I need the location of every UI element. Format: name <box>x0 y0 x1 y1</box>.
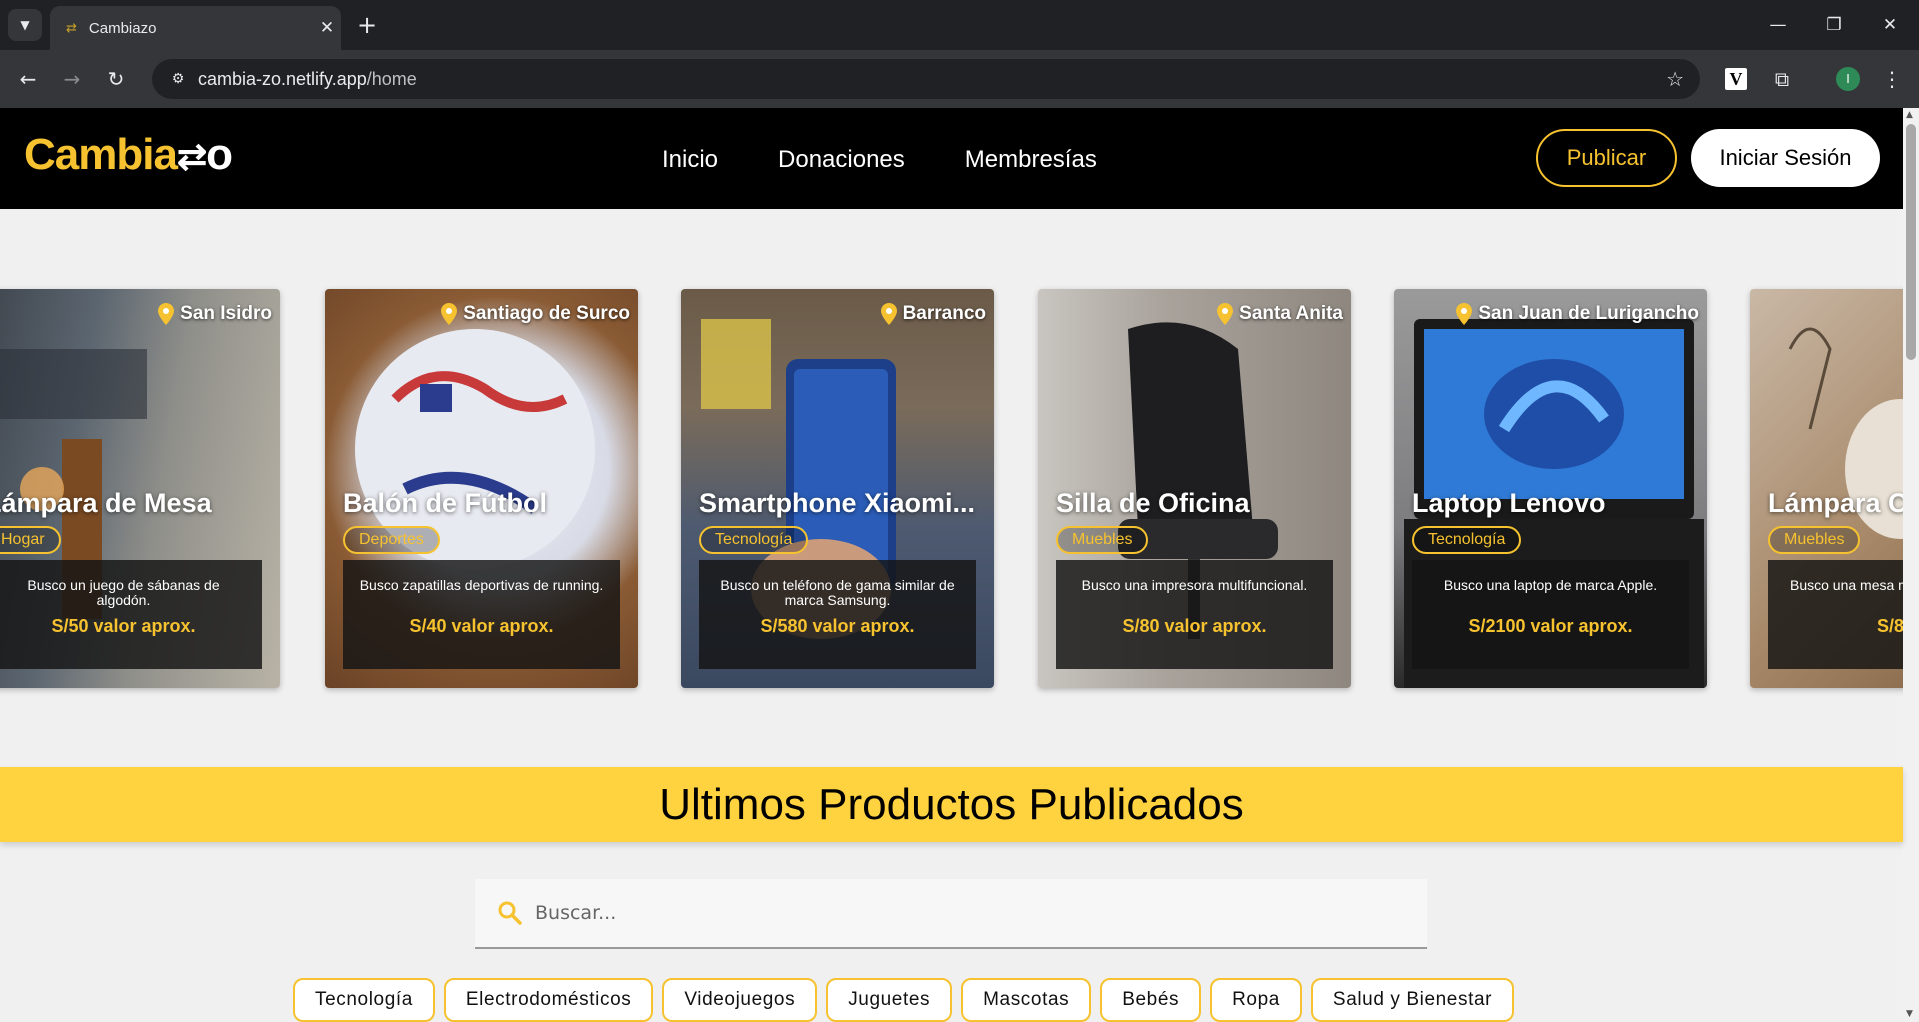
nav-inicio[interactable]: Inicio <box>662 146 718 174</box>
reload-icon[interactable]: ↻ <box>100 63 132 95</box>
category-chip-videojuegos[interactable]: Videojuegos <box>662 978 818 1022</box>
product-card[interactable]: San Isidro Lámpara de Mesa Hogar Busco u… <box>0 289 280 688</box>
scroll-up-icon[interactable]: ▲ <box>1906 110 1913 120</box>
location-pin-icon <box>441 303 458 325</box>
product-search[interactable] <box>475 879 1427 949</box>
search-icon <box>498 901 522 925</box>
product-card[interactable]: San Juan de Lurigancho Laptop Lenovo Tec… <box>1394 289 1707 688</box>
card-location: Santiago de Surco <box>441 303 630 325</box>
section-title: Ultimos Productos Publicados <box>659 779 1244 829</box>
product-card[interactable]: Barranco Smartphone Xiaomi... Tecnología… <box>681 289 994 688</box>
card-price: S/80 val <box>1876 616 1903 636</box>
browser-toolbar: ← → ↻ ⚙ cambia-zo.netlify.app/home ☆ V ⧉… <box>0 50 1919 108</box>
card-title: Silla de Oficina <box>1056 488 1250 518</box>
card-category-tag: Tecnología <box>699 526 809 554</box>
card-wish: Busco zapatillas deportivas de running. <box>359 577 604 593</box>
card-info: Busco zapatillas deportivas de running. … <box>343 560 620 669</box>
card-category-tag: Deportes <box>343 526 440 554</box>
card-title: Laptop Lenovo <box>1412 488 1606 518</box>
card-category-tag: Hogar <box>0 526 61 554</box>
product-carousel: San Isidro Lámpara de Mesa Hogar Busco u… <box>0 209 1903 749</box>
category-chip-juguetes[interactable]: Juguetes <box>826 978 953 1022</box>
category-chip-tecnologia[interactable]: Tecnología <box>293 978 435 1022</box>
card-wish: Busco un juego de sábanas de algodón. <box>27 577 220 608</box>
bookmark-star-icon[interactable]: ☆ <box>1666 67 1684 91</box>
card-info: Busco una impresora multifuncional. S/80… <box>1056 560 1333 669</box>
card-price: S/40 valor aprox. <box>409 616 554 636</box>
card-title: Lámpara de Mesa <box>0 488 212 518</box>
card-wish: Busco una mesa minir <box>1790 577 1903 593</box>
card-price: S/2100 valor aprox. <box>1468 616 1633 636</box>
minimize-icon[interactable]: — <box>1758 10 1798 40</box>
category-chip-mascotas[interactable]: Mascotas <box>961 978 1092 1022</box>
category-chip-electrodomesticos[interactable]: Electrodomésticos <box>443 978 654 1022</box>
card-price: S/80 valor aprox. <box>1122 616 1267 636</box>
search-input[interactable] <box>535 902 1395 924</box>
card-info: Busco una mesa minir S/80 val <box>1768 560 1903 669</box>
card-wish: Busco una impresora multifuncional. <box>1081 577 1308 593</box>
vimeo-extension-icon[interactable]: V <box>1725 68 1747 90</box>
product-card[interactable]: Santiago de Surco Balón de Fútbol Deport… <box>325 289 638 688</box>
category-chip-ropa[interactable]: Ropa <box>1210 978 1302 1022</box>
location-pin-icon <box>158 303 175 325</box>
site-header: Cambia⇄o Inicio Donaciones Membresías Pu… <box>0 108 1903 209</box>
scroll-down-icon[interactable]: ▼ <box>1906 1009 1913 1019</box>
restore-icon[interactable]: ❐ <box>1814 10 1854 40</box>
back-icon[interactable]: ← <box>12 63 44 95</box>
category-chip-salud[interactable]: Salud y Bienestar <box>1310 978 1515 1022</box>
extensions-puzzle-icon[interactable]: ⧉ <box>1766 63 1798 95</box>
profile-avatar[interactable]: I <box>1836 67 1860 91</box>
tab-close-icon[interactable]: ✕ <box>313 18 341 38</box>
browser-tab[interactable]: ⇄ Cambiazo ✕ <box>50 6 341 50</box>
card-price: S/580 valor aprox. <box>760 616 915 636</box>
browser-menu-icon[interactable]: ⋮ <box>1876 63 1908 95</box>
tab-title: Cambiazo <box>88 19 157 37</box>
location-pin-icon <box>1217 303 1234 325</box>
card-category-tag: Tecnología <box>1412 526 1522 554</box>
site-settings-icon[interactable]: ⚙ <box>158 71 198 87</box>
tab-search-chevron-icon[interactable]: ▼ <box>8 9 42 41</box>
publish-button[interactable]: Publicar <box>1536 129 1677 187</box>
page-scrollbar[interactable]: ▲ ▼ <box>1903 108 1919 1021</box>
card-info: Busco un juego de sábanas de algodón. S/… <box>0 560 262 669</box>
category-filters: Tecnología Electrodomésticos Videojuegos… <box>293 978 1515 1022</box>
address-bar[interactable]: ⚙ cambia-zo.netlify.app/home ☆ <box>152 59 1700 99</box>
card-price: S/50 valor aprox. <box>51 616 196 636</box>
forward-icon[interactable]: → <box>56 63 88 95</box>
category-chip-bebes[interactable]: Bebés <box>1100 978 1202 1022</box>
card-category-tag: Muebles <box>1768 526 1861 554</box>
product-card[interactable]: Santa Anita Silla de Oficina Muebles Bus… <box>1038 289 1351 688</box>
location-pin-icon <box>880 303 897 325</box>
card-location: Santa Anita <box>1217 303 1343 325</box>
favicon-icon: ⇄ <box>66 20 77 36</box>
card-title: Lámpara C <box>1768 488 1903 518</box>
login-button[interactable]: Iniciar Sesión <box>1691 129 1880 187</box>
card-location: Barranco <box>880 303 986 325</box>
card-title: Smartphone Xiaomi... <box>699 488 976 518</box>
nav-membresias[interactable]: Membresías <box>965 146 1097 174</box>
main-nav: Inicio Donaciones Membresías <box>662 146 1097 174</box>
new-tab-icon[interactable]: + <box>352 10 382 40</box>
url-text: cambia-zo.netlify.app/home <box>198 68 417 89</box>
card-category-tag: Muebles <box>1056 526 1149 554</box>
card-wish: Busco un teléfono de gama similar de mar… <box>720 577 955 608</box>
card-location: San Isidro <box>158 303 272 325</box>
card-info: Busco un teléfono de gama similar de mar… <box>699 560 976 669</box>
cambiazo-logo[interactable]: Cambia⇄o <box>24 130 233 180</box>
latest-products-banner: Ultimos Productos Publicados <box>0 767 1903 842</box>
product-card[interactable]: Lámpara C Muebles Busco una mesa minir S… <box>1750 289 1903 688</box>
browser-tabbar: ▼ ⇄ Cambiazo ✕ + — ❐ ✕ <box>0 0 1919 50</box>
location-pin-icon <box>1456 303 1473 325</box>
card-location: San Juan de Lurigancho <box>1456 303 1699 325</box>
nav-donaciones[interactable]: Donaciones <box>778 146 905 174</box>
scrollbar-thumb[interactable] <box>1906 124 1916 360</box>
card-title: Balón de Fútbol <box>343 488 547 518</box>
close-window-icon[interactable]: ✕ <box>1870 10 1910 40</box>
card-info: Busco una laptop de marca Apple. S/2100 … <box>1412 560 1689 669</box>
card-wish: Busco una laptop de marca Apple. <box>1443 577 1658 593</box>
